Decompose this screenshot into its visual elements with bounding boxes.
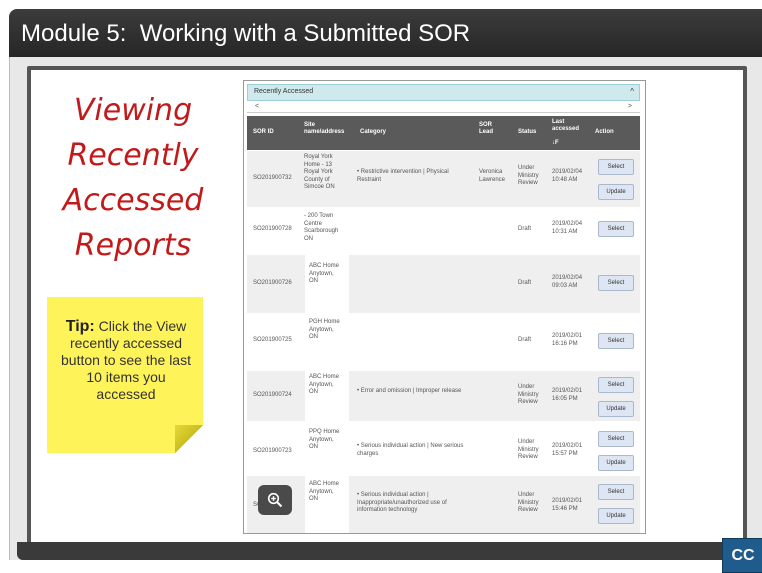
slide-heading-line: Accessed [62,183,204,218]
status-cell: Under Ministry Review [518,165,539,186]
slide-heading-line: Recently [67,138,199,173]
last-accessed-time: 10:31 AM [552,229,578,235]
sor-id-cell: SO201900728 [253,226,292,232]
sor-id-cell: SO201900725 [253,337,292,343]
scroll-left-icon[interactable]: < [255,103,259,110]
closed-captions-button[interactable]: CC [722,538,762,573]
category-cell: • Serious individual action | Inappropri… [357,492,447,513]
site-cell: ABC Home Anytown, ON [309,374,340,395]
slide-heading-line: Viewing [73,93,193,128]
last-accessed-time: 15:46 PM [552,506,578,512]
sor-id-cell: SO201900732 [253,175,292,181]
update-button[interactable]: Update [598,455,634,471]
table-row: SO201900726 ABC Home Anytown, ON Draft 2… [247,255,640,313]
tip-label: Tip: [65,318,95,335]
table-header: SOR ID Site name/address Category SOR Le… [247,116,640,150]
table-row: SO201900723 PPQ Home Anytown, ON • Serio… [247,421,640,476]
last-accessed-date: 2019/02/01 [552,498,583,504]
select-button[interactable]: Select [598,484,634,500]
module-header: Module 5: Working with a Submitted SOR [9,9,762,57]
category-cell: • Serious individual action | New seriou… [357,443,464,457]
status-cell: Draft [518,280,532,286]
table-row: SO201900724 ABC Home Anytown, ON • Error… [247,371,640,421]
horizontal-scrollbar[interactable]: < > [247,103,640,113]
select-button[interactable]: Select [598,221,634,237]
status-cell: Under Ministry Review [518,492,539,513]
last-accessed-date: 2019/02/01 [552,443,583,449]
site-cell: ABC Home Anytown, ON [309,263,340,284]
player-footer-bar [17,542,762,560]
column-header-sor-lead[interactable]: SOR Lead [479,122,501,136]
column-header-sor-id[interactable]: SOR ID [253,129,274,136]
column-header-site[interactable]: Site name/address [304,122,354,136]
recently-accessed-header[interactable]: Recently Accessed ^ [247,84,640,101]
update-button[interactable]: Update [598,184,634,200]
last-accessed-time: 09:03 AM [552,283,578,289]
status-cell: Draft [518,226,532,232]
last-accessed-time: 16:05 PM [552,396,578,402]
status-cell: Under Ministry Review [518,384,539,405]
last-accessed-date: 2019/02/01 [552,388,583,394]
sor-lead-cell: Veronica Lawrence [479,169,506,183]
select-button[interactable]: Select [598,333,634,349]
column-header-category[interactable]: Category [360,129,386,136]
site-cell: PPQ Home Anytown, ON [309,429,340,450]
update-button[interactable]: Update [598,401,634,417]
site-cell: - 200 Town Centre Scarborough ON [304,213,339,242]
collapse-caret-icon[interactable]: ^ [630,87,634,96]
update-button[interactable]: Update [598,508,634,524]
tip-note-fold [175,425,203,453]
category-cell: • Error and omission | Improper release [357,388,462,394]
last-accessed-date: 2019/02/04 [552,221,583,227]
sor-id-cell: SO201900723 [253,448,292,454]
status-cell: Draft [518,337,532,343]
select-button[interactable]: Select [598,377,634,393]
slide-heading: Viewing Recently Accessed Reports [48,88,218,268]
module-title: Module 5: Working with a Submitted SOR [21,20,471,47]
column-header-status[interactable]: Status [518,129,536,136]
tip-text: Tip: Click the View recently accessed bu… [56,318,196,403]
recently-accessed-screenshot: Recently Accessed ^ < > SOR ID Site name… [243,80,646,534]
column-header-action: Action [595,129,614,135]
table-row: SO201900728 - 200 Town Centre Scarboroug… [247,207,640,255]
category-cell: • Restrictive intervention | Physical Re… [357,169,449,183]
column-header-last-accessed[interactable]: Last accessed [552,119,586,133]
slide-heading-line: Reports [74,228,192,263]
last-accessed-time: 10:48 AM [552,177,578,183]
site-cell: Royal York Home - 13 Royal York County o… [304,154,335,190]
select-button[interactable]: Select [598,431,634,447]
site-cell: PGH Home Anytown, ON [309,319,340,340]
site-cell: ABC Home Anytown, ON [309,481,340,502]
last-accessed-time: 16:16 PM [552,341,578,347]
select-button[interactable]: Select [598,275,634,291]
recently-accessed-heading: Recently Accessed [254,88,314,95]
last-accessed-date: 2019/02/04 [552,169,583,175]
select-button[interactable]: Select [598,159,634,175]
magnifier-plus-icon-glyph [267,492,283,508]
status-cell: Under Ministry Review [518,439,539,460]
magnifier-plus-icon[interactable] [258,485,292,515]
last-accessed-time: 15:57 PM [552,451,578,457]
table-row: SO201900732 Royal York Home - 13 Royal Y… [247,151,640,207]
sor-id-cell: SO201900724 [253,392,292,398]
sort-icon[interactable]: ↓F [552,140,559,147]
scroll-right-icon[interactable]: > [628,103,632,110]
last-accessed-date: 2019/02/04 [552,275,583,281]
table-row: SO201900722 ABC Home Anytown, ON • Serio… [247,476,640,533]
last-accessed-date: 2019/02/01 [552,333,583,339]
sor-id-cell: SO201900726 [253,280,292,286]
table-row: SO201900725 PGH Home Anytown, ON Draft 2… [247,313,640,371]
